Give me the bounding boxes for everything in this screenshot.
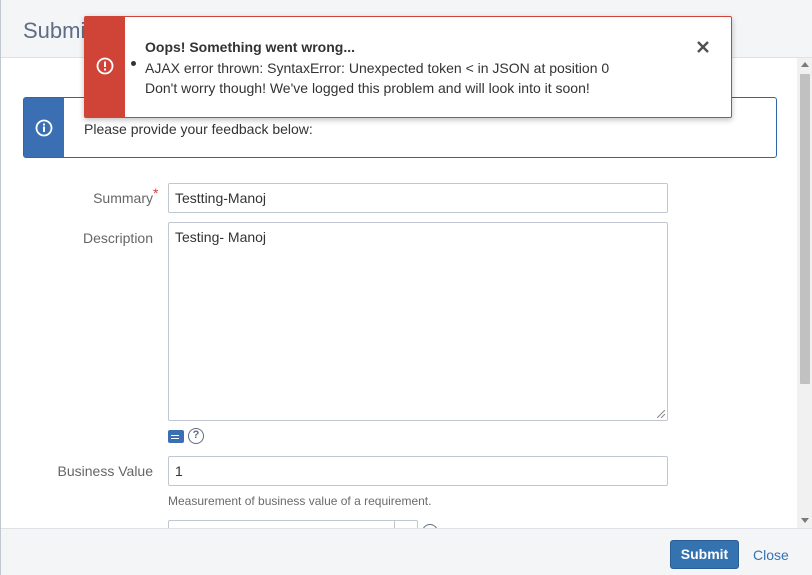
info-message-text: Please provide your feedback below:: [84, 121, 313, 137]
description-text: Testing- Manoj: [175, 229, 267, 245]
dialog-body: Please provide your feedback below: Summ…: [1, 58, 797, 528]
description-label: Description: [82, 230, 153, 246]
help-icon[interactable]: ?: [188, 428, 204, 444]
error-reassurance: Don't worry though! We've logged this pr…: [145, 80, 590, 96]
submit-button[interactable]: Submit: [670, 540, 739, 569]
error-icon-container: [85, 17, 125, 117]
error-title: Oops! Something went wrong...: [145, 39, 355, 55]
error-circle-icon: [96, 57, 114, 75]
close-link[interactable]: Close: [753, 547, 789, 563]
business-value-label: Business Value: [57, 463, 153, 479]
scroll-down-icon[interactable]: [801, 518, 809, 523]
scroll-up-icon[interactable]: [801, 62, 809, 67]
select-field[interactable]: [168, 520, 418, 528]
business-value-help: Measurement of business value of a requi…: [168, 494, 432, 508]
scroll-thumb[interactable]: [800, 74, 810, 384]
bullet-icon: [131, 61, 136, 66]
error-message: AJAX error thrown: SyntaxError: Unexpect…: [145, 60, 610, 76]
info-circle-icon: [35, 119, 53, 137]
close-icon[interactable]: [696, 40, 710, 54]
business-value-input[interactable]: 1: [168, 456, 668, 486]
error-flag: Oops! Something went wrong... AJAX error…: [84, 16, 732, 118]
description-textarea[interactable]: Testing- Manoj: [168, 222, 668, 421]
dialog-title: Submit: [23, 18, 92, 43]
resize-grip-icon[interactable]: [657, 410, 665, 418]
dialog-footer: Submit Close: [1, 528, 812, 575]
summary-input[interactable]: Testting-Manoj: [168, 183, 668, 213]
summary-label: Summary: [93, 190, 153, 206]
vertical-scrollbar[interactable]: [797, 58, 812, 528]
text-renderer-icon[interactable]: [168, 430, 184, 443]
required-marker: *: [153, 185, 159, 201]
info-icon-container: [24, 98, 64, 157]
